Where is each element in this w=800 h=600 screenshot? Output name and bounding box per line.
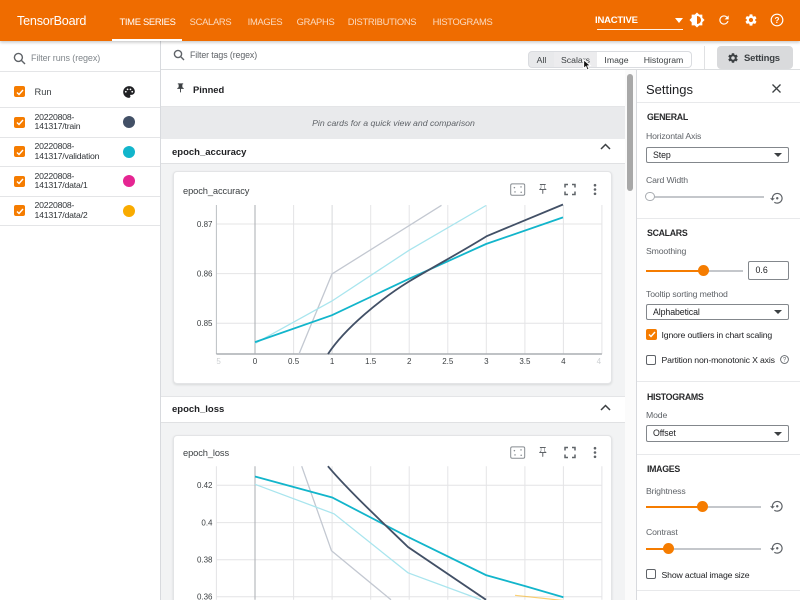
svg-text:1.5: 1.5 [365,357,377,366]
svg-text:3: 3 [484,357,489,366]
svg-text:0.42: 0.42 [197,481,213,490]
svg-text:0: 0 [253,357,258,366]
svg-text:4: 4 [561,357,566,366]
svg-text:1: 1 [330,357,335,366]
svg-text:0.86: 0.86 [197,270,213,279]
svg-text:0.85: 0.85 [197,319,213,328]
svg-text:0.5: 0.5 [288,357,300,366]
svg-text:0.87: 0.87 [197,220,213,229]
svg-text:0.4: 0.4 [201,519,213,528]
svg-text:?: ? [775,16,780,25]
svg-text:0.36: 0.36 [197,593,213,600]
svg-text:0.38: 0.38 [197,556,213,565]
svg-text:4: 4 [597,357,602,366]
svg-text:2: 2 [407,357,412,366]
svg-text:5: 5 [216,357,221,366]
svg-text:2.5: 2.5 [442,357,454,366]
svg-text:3.5: 3.5 [519,357,531,366]
